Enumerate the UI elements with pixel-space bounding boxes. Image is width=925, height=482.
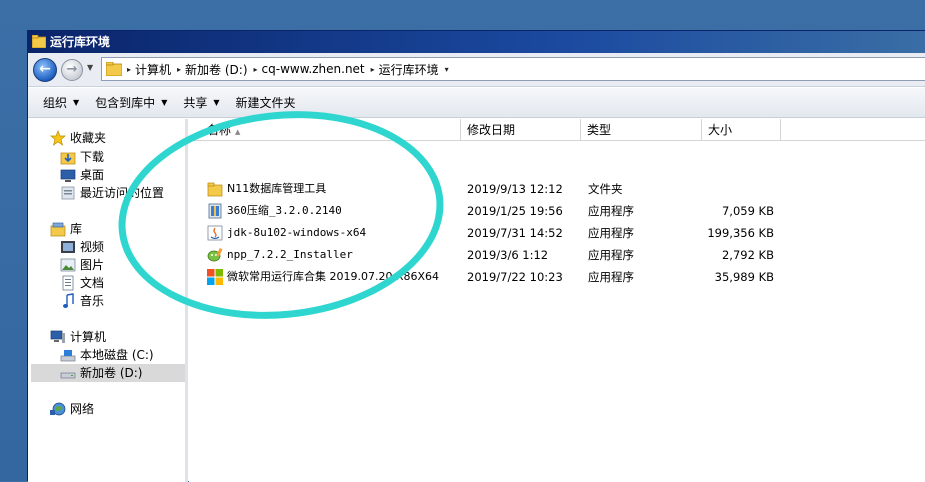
system-drive-icon [60, 347, 76, 363]
windows-logo-icon [207, 269, 223, 285]
download-folder-icon [60, 149, 76, 165]
file-modified: 2019/1/25 19:56 [467, 204, 563, 218]
column-modified[interactable]: 修改日期 [461, 119, 581, 141]
library-icon [50, 221, 66, 237]
file-modified: 2019/7/22 10:23 [467, 270, 563, 284]
music-note-icon [60, 293, 76, 309]
file-name: N11数据库管理工具 [227, 182, 327, 195]
command-bar: 组织 ▼ 包含到库中 ▼ 共享 ▼ 新建文件夹 [28, 88, 925, 118]
nav-pictures[interactable]: 图片 [60, 256, 104, 274]
file-type: 应用程序 [588, 226, 634, 240]
folder-icon [32, 35, 46, 48]
caret-down-icon: ▼ [73, 98, 80, 107]
file-row[interactable]: npp_7.2.2_Installer 2019/3/6 1:12 应用程序 2… [189, 244, 925, 266]
file-name: 微软常用运行库合集 2019.07.20 X86X64 [227, 270, 440, 283]
video-icon [60, 239, 76, 255]
folder-icon [106, 62, 122, 76]
breadcrumb-current-folder[interactable]: ▸ 运行库环境 ▾ [368, 61, 452, 78]
file-size: 7,059 KB [721, 204, 774, 218]
chevron-right-icon: ▸ [370, 64, 375, 74]
folder-icon [207, 182, 223, 197]
back-button[interactable]: ← [33, 58, 57, 82]
file-modified: 2019/7/31 14:52 [467, 226, 563, 240]
nav-network[interactable]: 网络 [50, 400, 94, 418]
window-title: 运行库环境 [50, 35, 111, 49]
explorer-window: 运行库环境 ← → ▼ ▸ 计算机 ▸ 新加卷 (D:) ▸ cq-www.zhen.… [27, 30, 925, 482]
file-modified: 2019/3/6 1:12 [467, 248, 549, 262]
java-icon [207, 225, 223, 241]
document-icon [60, 275, 76, 291]
share-button[interactable]: 共享 ▼ [175, 94, 227, 111]
file-type: 应用程序 [588, 204, 634, 218]
arrow-left-icon: ← [39, 61, 51, 77]
breadcrumb-site-folder[interactable]: ▸ cq-www.zhen.net [251, 62, 368, 76]
nav-local-disk-c[interactable]: 本地磁盘 (C:) [60, 346, 154, 364]
column-name[interactable]: 名称 ▲ [201, 119, 461, 141]
navigation-pane: 收藏夹 下载 桌面 最近访问的位置 库 视频 图片 文档 音乐 计算机 本地磁盘… [28, 119, 188, 482]
breadcrumb-computer[interactable]: ▸ 计算机 [124, 61, 174, 78]
file-name: jdk-8u102-windows-x64 [227, 226, 367, 239]
nav-favorites[interactable]: 收藏夹 [50, 129, 106, 147]
nav-new-volume-d[interactable]: 新加卷 (D:) [31, 364, 186, 382]
column-type[interactable]: 类型 [581, 119, 702, 141]
nav-libraries[interactable]: 库 [50, 220, 82, 238]
nav-computer[interactable]: 计算机 [50, 328, 106, 346]
caret-down-icon: ▼ [161, 98, 168, 107]
file-row[interactable]: N11数据库管理工具 2019/9/13 12:12 文件夹 [189, 178, 925, 200]
nav-documents[interactable]: 文档 [60, 274, 104, 292]
include-in-library-button[interactable]: 包含到库中 ▼ [87, 94, 175, 111]
title-bar[interactable]: 运行库环境 [28, 31, 925, 53]
drive-icon [60, 365, 76, 381]
desktop-icon [60, 167, 76, 183]
file-row[interactable]: jdk-8u102-windows-x64 2019/7/31 14:52 应用… [189, 222, 925, 244]
recent-places-icon [60, 185, 76, 201]
caret-down-icon: ▼ [213, 98, 220, 107]
file-size: 199,356 KB [707, 226, 774, 240]
file-type: 应用程序 [588, 248, 634, 262]
chevron-down-icon: ▾ [444, 64, 449, 74]
notepad-plus-icon [207, 247, 223, 262]
arrow-right-icon: → [66, 62, 78, 77]
recent-pages-dropdown[interactable]: ▼ [87, 63, 93, 72]
chevron-right-icon: ▸ [127, 64, 132, 74]
pane-splitter[interactable] [185, 119, 188, 482]
nav-recent-places[interactable]: 最近访问的位置 [60, 184, 164, 202]
column-size[interactable]: 大小 [702, 119, 781, 141]
file-list: 名称 ▲ 修改日期 类型 大小 N11数据库管理工具 2019/9/13 12:1… [189, 119, 925, 482]
new-folder-button[interactable]: 新建文件夹 [228, 94, 304, 111]
file-name: 360压缩_3.2.0.2140 [227, 204, 342, 217]
picture-icon [60, 257, 76, 273]
address-bar: ← → ▼ ▸ 计算机 ▸ 新加卷 (D:) ▸ cq-www.zhen.net ▸ 运… [28, 53, 925, 87]
file-row[interactable]: 微软常用运行库合集 2019.07.20 X86X64 2019/7/22 10… [189, 266, 925, 288]
file-size: 2,792 KB [721, 248, 774, 262]
file-row[interactable]: 360压缩_3.2.0.2140 2019/1/25 19:56 应用程序 7,… [189, 200, 925, 222]
file-size: 35,989 KB [714, 270, 774, 284]
nav-desktop[interactable]: 桌面 [60, 166, 104, 184]
address-path[interactable]: ▸ 计算机 ▸ 新加卷 (D:) ▸ cq-www.zhen.net ▸ 运行库环境 ▾ [101, 57, 925, 81]
file-type: 文件夹 [588, 182, 623, 196]
archive-app-icon [208, 203, 222, 219]
chevron-right-icon: ▸ [253, 64, 258, 74]
forward-button[interactable]: → [61, 59, 83, 81]
nav-music[interactable]: 音乐 [60, 292, 104, 310]
sort-ascending-icon: ▲ [235, 128, 241, 136]
network-icon [50, 401, 66, 417]
organize-button[interactable]: 组织 ▼ [28, 94, 87, 111]
breadcrumb-new-volume[interactable]: ▸ 新加卷 (D:) [174, 61, 250, 78]
star-icon [50, 130, 66, 146]
file-type: 应用程序 [588, 270, 634, 284]
file-name: npp_7.2.2_Installer [227, 248, 353, 261]
chevron-right-icon: ▸ [177, 64, 182, 74]
column-header: 名称 ▲ 修改日期 类型 大小 [189, 119, 925, 141]
computer-icon [50, 329, 66, 345]
file-size [677, 178, 774, 200]
nav-videos[interactable]: 视频 [60, 238, 104, 256]
file-modified: 2019/9/13 12:12 [467, 182, 563, 196]
nav-downloads[interactable]: 下载 [60, 148, 104, 166]
